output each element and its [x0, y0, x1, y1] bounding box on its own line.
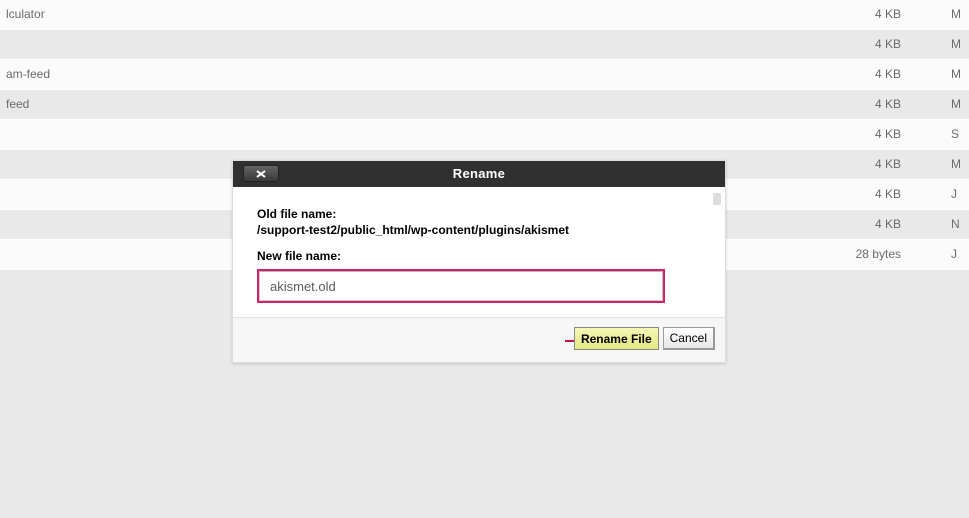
- file-date: J: [951, 247, 963, 261]
- file-size: 4 KB: [875, 67, 901, 81]
- file-date: M: [951, 97, 963, 111]
- old-filename-label: Old file name:: [257, 207, 701, 221]
- table-row[interactable]: 4 KB S: [0, 120, 969, 150]
- file-size: 4 KB: [875, 157, 901, 171]
- file-date: J: [951, 187, 963, 201]
- file-size: 4 KB: [875, 187, 901, 201]
- cancel-button[interactable]: Cancel: [663, 327, 715, 350]
- file-size: 28 bytes: [856, 247, 901, 261]
- file-date: M: [951, 37, 963, 51]
- file-name: am-feed: [6, 67, 50, 81]
- file-size: 4 KB: [875, 7, 901, 21]
- file-name: lculator: [6, 7, 45, 21]
- dialog-title: Rename: [233, 166, 725, 181]
- dialog-header[interactable]: Rename: [233, 161, 725, 187]
- file-name: feed: [6, 97, 29, 111]
- dialog-footer: Rename File Cancel: [233, 318, 725, 362]
- file-date: M: [951, 157, 963, 171]
- rename-file-button[interactable]: Rename File: [574, 327, 659, 350]
- rename-dialog: Rename Old file name: /support-test2/pub…: [232, 160, 726, 363]
- new-filename-highlight: [257, 269, 665, 303]
- file-date: M: [951, 7, 963, 21]
- file-date: M: [951, 67, 963, 81]
- table-row[interactable]: am-feed 4 KB M: [0, 60, 969, 90]
- new-filename-label: New file name:: [257, 249, 701, 263]
- table-row[interactable]: 4 KB M: [0, 30, 969, 60]
- table-row[interactable]: feed 4 KB M: [0, 90, 969, 120]
- table-row[interactable]: lculator 4 KB M: [0, 0, 969, 30]
- file-size: 4 KB: [875, 217, 901, 231]
- scrollbar-thumb[interactable]: [713, 193, 721, 205]
- new-filename-input[interactable]: [259, 271, 663, 301]
- file-size: 4 KB: [875, 127, 901, 141]
- file-size: 4 KB: [875, 97, 901, 111]
- file-size: 4 KB: [875, 37, 901, 51]
- old-filename-value: /support-test2/public_html/wp-content/pl…: [257, 223, 701, 237]
- dialog-body: Old file name: /support-test2/public_htm…: [233, 187, 725, 318]
- file-date: N: [951, 217, 963, 231]
- file-date: S: [951, 127, 963, 141]
